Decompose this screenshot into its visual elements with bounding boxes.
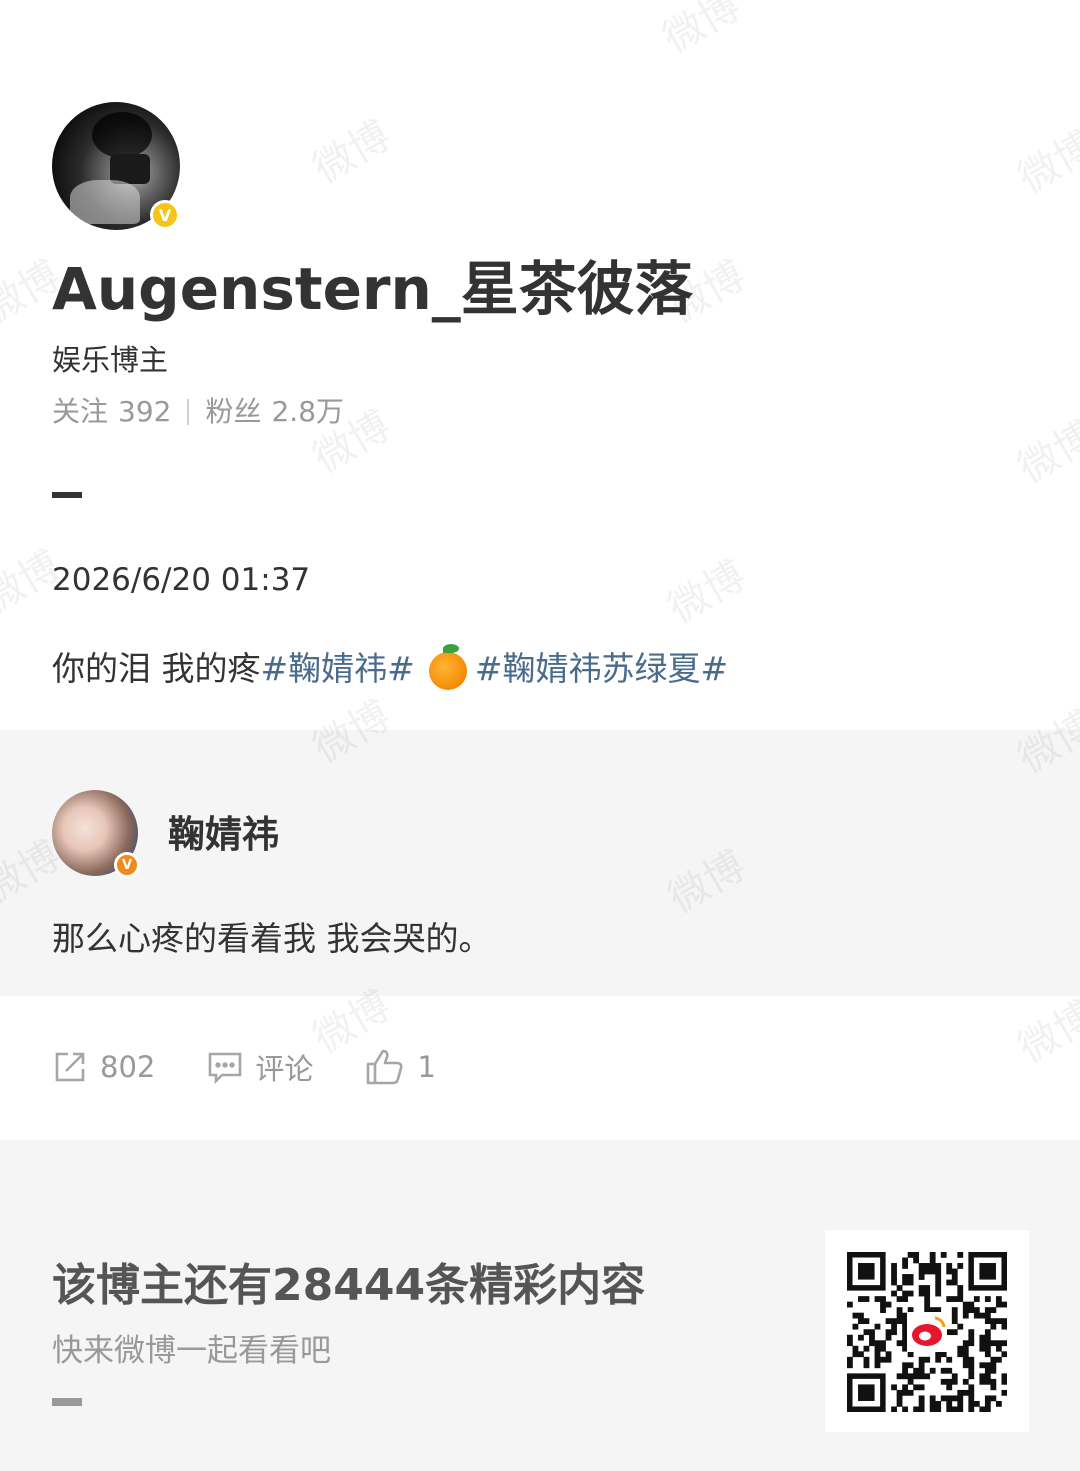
verified-badge-icon: V xyxy=(114,852,140,878)
like-count: 1 xyxy=(417,1050,436,1084)
profile-stats: 关注 392 粉丝 2.8万 xyxy=(52,392,1032,432)
qr-code-icon xyxy=(847,1252,1008,1413)
footer-promo: 该博主还有28444条精彩内容 快来微博一起看看吧 xyxy=(0,1140,1080,1471)
repost-text: 那么心疼的看着我 我会哭的。 xyxy=(52,919,492,958)
reposted-content[interactable]: V 鞠婧祎 那么心疼的看着我 我会哭的。 xyxy=(0,730,1080,996)
qr-code[interactable] xyxy=(825,1230,1029,1432)
profile-avatar[interactable]: V xyxy=(52,102,180,230)
action-bar: 802 评论 1 xyxy=(52,1046,488,1088)
comment-icon xyxy=(209,1052,242,1085)
post-date: 2026/6/20 01:37 xyxy=(52,562,311,598)
repost-avatar[interactable]: V xyxy=(52,790,140,878)
hashtag-link[interactable]: #鞠婧祎# xyxy=(261,645,415,693)
repost-author[interactable]: 鞠婧祎 xyxy=(168,812,279,858)
hashtag-link[interactable]: #鞠婧祎苏绿夏# xyxy=(475,645,728,693)
followers-count[interactable]: 2.8万 xyxy=(271,392,344,432)
orange-icon xyxy=(428,644,467,690)
thumbs-up-icon xyxy=(367,1049,403,1085)
stats-divider xyxy=(187,399,190,425)
share-count: 802 xyxy=(100,1050,156,1084)
comment-label: 评论 xyxy=(255,1052,314,1086)
promo-title: 该博主还有28444条精彩内容 xyxy=(52,1260,646,1311)
comment-button[interactable]: 评论 xyxy=(207,1046,313,1088)
verified-badge-icon: V xyxy=(150,200,180,230)
following-count[interactable]: 392 xyxy=(118,392,171,432)
watermark-text: 微博 xyxy=(1010,992,1080,1073)
promo-subtitle: 快来微博一起看看吧 xyxy=(52,1333,331,1369)
like-button[interactable]: 1 xyxy=(365,1047,436,1087)
post-text: 你的泪 我的疼 #鞠婧祎# #鞠婧祎苏绿夏# xyxy=(52,644,728,693)
section-divider xyxy=(52,492,82,498)
section-divider xyxy=(52,1398,82,1406)
share-button[interactable]: 802 xyxy=(52,1049,155,1085)
following-label: 关注 xyxy=(52,395,109,428)
post-body: 你的泪 我的疼 xyxy=(52,649,261,688)
watermark-text: 微博 xyxy=(655,0,749,63)
share-icon xyxy=(55,1052,85,1082)
followers-label: 粉丝 xyxy=(205,395,262,428)
profile-username[interactable]: Augenstern_星茶彼落 xyxy=(52,254,1032,324)
watermark-text: 微博 xyxy=(660,552,754,633)
profile-header: V Augenstern_星茶彼落 娱乐博主 关注 392 粉丝 2.8万 xyxy=(52,102,1032,498)
profile-category: 娱乐博主 xyxy=(52,343,169,377)
